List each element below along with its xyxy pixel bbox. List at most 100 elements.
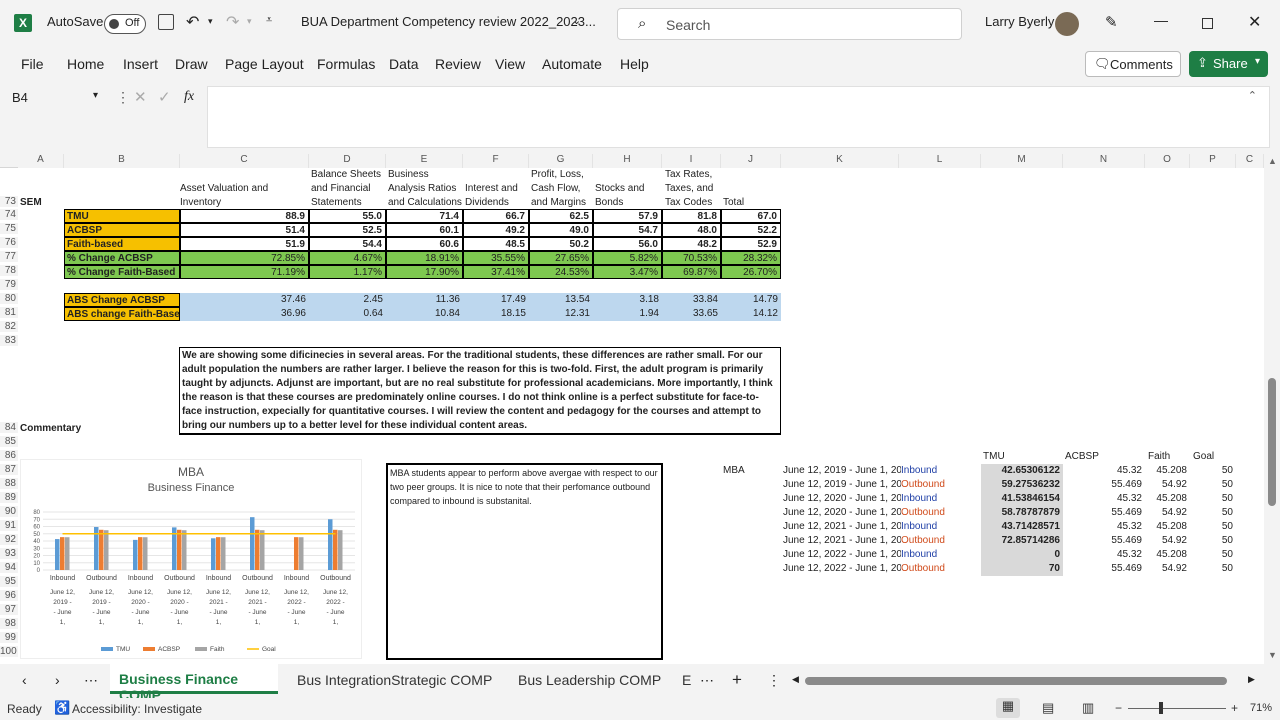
abs-cell[interactable]: 3.18 — [593, 293, 662, 307]
more-icon[interactable]: ⋮ — [116, 89, 130, 106]
header-tax-rates[interactable]: Tax Rates, Taxes, and Tax Codes — [665, 168, 721, 210]
user-name[interactable]: Larry Byerly — [985, 14, 1054, 29]
col-header-m[interactable]: M — [981, 154, 1063, 168]
side-goal[interactable]: 50 — [1190, 548, 1236, 562]
collapse-formula-icon[interactable]: ⌃ — [1248, 89, 1257, 102]
side-goal[interactable]: 50 — [1190, 534, 1236, 548]
row-header[interactable]: 88 — [0, 478, 18, 489]
table-cell[interactable]: 52.2 — [721, 223, 781, 237]
commentary-label[interactable]: Commentary — [20, 422, 81, 436]
header-interest[interactable]: Interest and Dividends — [465, 182, 529, 210]
row-header[interactable]: 78 — [0, 265, 18, 276]
abs-cell[interactable]: 0.64 — [309, 307, 386, 321]
side-tmu[interactable]: 0 — [981, 548, 1063, 562]
table-cell[interactable]: 57.9 — [593, 209, 662, 223]
row-header[interactable]: 98 — [0, 618, 18, 629]
row-header[interactable]: 93 — [0, 548, 18, 559]
side-goal[interactable]: 50 — [1190, 562, 1236, 576]
table-cell[interactable]: 52.5 — [309, 223, 386, 237]
side-acbsp[interactable]: 45.32 — [1063, 548, 1145, 562]
side-tmu[interactable]: 58.78787879 — [981, 506, 1063, 520]
row-header[interactable]: 90 — [0, 506, 18, 517]
zoom-level[interactable]: 71% — [1250, 702, 1272, 714]
side-period[interactable]: June 12, 2019 - June 1, 202 — [783, 464, 901, 478]
side-acbsp[interactable]: 45.32 — [1063, 492, 1145, 506]
search-box[interactable]: ⌕ Search — [617, 8, 962, 40]
abs-cell[interactable]: 36.96 — [180, 307, 309, 321]
enter-icon[interactable]: ✓ — [158, 88, 171, 106]
side-faith[interactable]: 45.208 — [1145, 520, 1190, 534]
table-cell[interactable]: 17.90% — [386, 265, 463, 279]
side-period[interactable]: June 12, 2021 - June 1, 202 — [783, 534, 901, 548]
side-period[interactable]: June 12, 2022 - June 1, 202 — [783, 562, 901, 576]
table-cell[interactable]: 51.4 — [180, 223, 309, 237]
tab-options-icon[interactable]: ⋮ — [767, 672, 781, 689]
table-row-label[interactable]: % Change ACBSP — [64, 251, 180, 265]
table-cell[interactable]: 18.91% — [386, 251, 463, 265]
row-header[interactable]: 99 — [0, 632, 18, 643]
col-header-b[interactable]: B — [64, 154, 180, 168]
side-period[interactable]: June 12, 2021 - June 1, 202 — [783, 520, 901, 534]
autosave-toggle[interactable]: Off — [104, 14, 146, 34]
table-cell[interactable]: 71.4 — [386, 209, 463, 223]
side-direction[interactable]: Outbound — [901, 506, 981, 520]
row-header[interactable]: 91 — [0, 520, 18, 531]
zoom-out-icon[interactable]: − — [1115, 701, 1122, 715]
side-period[interactable]: June 12, 2022 - June 1, 202 — [783, 548, 901, 562]
redo-icon[interactable]: ↷ — [226, 12, 239, 32]
scroll-up-icon[interactable]: ▲ — [1268, 156, 1277, 166]
table-cell[interactable]: 3.47% — [593, 265, 662, 279]
col-header-p[interactable]: P — [1190, 154, 1236, 168]
pen-icon[interactable]: ✎ — [1105, 13, 1118, 31]
row-header[interactable]: 95 — [0, 576, 18, 587]
side-faith[interactable]: 54.92 — [1145, 534, 1190, 548]
tab-bus-leadership-comp[interactable]: Bus Leadership COMP — [518, 672, 661, 688]
table-cell[interactable]: 50.2 — [529, 237, 593, 251]
more-tabs-icon[interactable]: ⋯ — [700, 672, 714, 689]
table-cell[interactable]: 35.55% — [463, 251, 529, 265]
side-header-tmu[interactable]: TMU — [983, 450, 1005, 464]
restore-icon[interactable] — [1202, 18, 1213, 29]
table-row-label[interactable]: % Change Faith-Based — [64, 265, 180, 279]
row-header[interactable]: 96 — [0, 590, 18, 601]
row-header[interactable]: 94 — [0, 562, 18, 573]
row-header[interactable]: 83 — [0, 335, 18, 346]
col-header-c[interactable]: C — [180, 154, 309, 168]
zoom-slider[interactable] — [1128, 702, 1226, 714]
row-header[interactable]: 73 — [0, 196, 18, 207]
col-header-d[interactable]: D — [309, 154, 386, 168]
header-balance-sheets[interactable]: Balance Sheets and Financial Statements — [311, 168, 387, 210]
abs-cell[interactable]: 13.54 — [529, 293, 593, 307]
table-cell[interactable]: 37.41% — [463, 265, 529, 279]
table-cell[interactable]: 88.9 — [180, 209, 309, 223]
row-header[interactable]: 74 — [0, 209, 18, 220]
table-cell[interactable]: 70.53% — [662, 251, 721, 265]
undo-dropdown-icon[interactable]: ▾ — [208, 16, 213, 27]
side-direction[interactable]: Inbound — [901, 492, 981, 506]
row-header[interactable]: 77 — [0, 251, 18, 262]
document-title[interactable]: BUA Department Competency review 2022_20… — [301, 14, 596, 29]
share-dropdown-icon[interactable]: ▾ — [1255, 56, 1260, 67]
side-goal[interactable]: 50 — [1190, 464, 1236, 478]
row-header[interactable]: 92 — [0, 534, 18, 545]
prev-sheet-icon[interactable]: ‹ — [22, 672, 27, 688]
table-cell[interactable]: 60.6 — [386, 237, 463, 251]
col-header-l[interactable]: L — [899, 154, 981, 168]
col-header-o[interactable]: O — [1145, 154, 1190, 168]
row-header[interactable]: 79 — [0, 279, 18, 290]
table-cell[interactable]: 51.9 — [180, 237, 309, 251]
row-header[interactable]: 87 — [0, 464, 18, 475]
table-cell[interactable]: 60.1 — [386, 223, 463, 237]
redo-dropdown-icon[interactable]: ▾ — [247, 16, 252, 27]
table-cell[interactable]: 62.5 — [529, 209, 593, 223]
side-goal[interactable]: 50 — [1190, 492, 1236, 506]
table-row-label[interactable]: ACBSP — [64, 223, 180, 237]
mba-chart[interactable]: MBA Business Finance 0 10 20 30 40 50 60 70 80 In… — [20, 459, 362, 659]
abs-cell[interactable]: 1.94 — [593, 307, 662, 321]
next-sheet-icon[interactable]: › — [55, 672, 60, 688]
table-cell[interactable]: 26.70% — [721, 265, 781, 279]
side-tmu[interactable]: 70 — [981, 562, 1063, 576]
tab-e[interactable]: E — [682, 672, 691, 688]
table-cell[interactable]: 66.7 — [463, 209, 529, 223]
menu-automate[interactable]: Automate — [542, 56, 602, 72]
